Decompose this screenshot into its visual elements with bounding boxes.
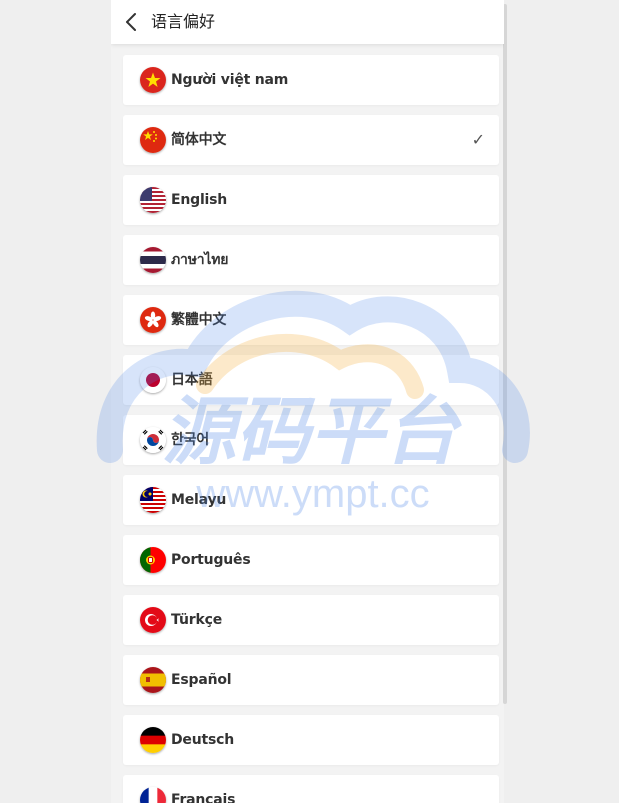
language-label: Español bbox=[171, 672, 232, 688]
language-list: Người việt nam 简体中文 ✓ English ภาษาไทย 繁體… bbox=[123, 55, 499, 803]
language-item-de[interactable]: Deutsch bbox=[123, 715, 499, 765]
language-preference-screen: 语言偏好 Người việt nam 简体中文 ✓ English ภาษาไ… bbox=[111, 0, 504, 803]
language-label: English bbox=[171, 192, 228, 208]
language-label: Français bbox=[171, 792, 236, 803]
malaysia-flag-icon bbox=[140, 487, 166, 513]
language-item-pt[interactable]: Português bbox=[123, 535, 499, 585]
language-item-th[interactable]: ภาษาไทย bbox=[123, 235, 499, 285]
language-label: 繁體中文 bbox=[171, 312, 227, 328]
france-flag-icon bbox=[140, 787, 166, 803]
usa-flag-icon bbox=[140, 187, 166, 213]
korea-flag-icon bbox=[140, 427, 166, 453]
china-flag-icon bbox=[140, 127, 166, 153]
language-label: 日本語 bbox=[171, 372, 213, 388]
language-item-vi[interactable]: Người việt nam bbox=[123, 55, 499, 105]
language-item-zh-cn[interactable]: 简体中文 ✓ bbox=[123, 115, 499, 165]
chevron-left-icon bbox=[126, 13, 136, 31]
scrollbar[interactable] bbox=[503, 4, 507, 704]
hongkong-flag-icon bbox=[140, 307, 166, 333]
language-item-ko[interactable]: 한국어 bbox=[123, 415, 499, 465]
language-label: Người việt nam bbox=[171, 72, 289, 88]
language-label: Melayu bbox=[171, 492, 227, 508]
turkey-flag-icon bbox=[140, 607, 166, 633]
language-label: 한국어 bbox=[171, 432, 210, 448]
language-label: Türkçe bbox=[171, 612, 222, 628]
page-title: 语言偏好 bbox=[151, 12, 216, 31]
language-item-tr[interactable]: Türkçe bbox=[123, 595, 499, 645]
language-label: ภาษาไทย bbox=[171, 252, 229, 268]
language-item-zh-hk[interactable]: 繁體中文 bbox=[123, 295, 499, 345]
language-label: 简体中文 bbox=[171, 132, 227, 148]
language-item-es[interactable]: Español bbox=[123, 655, 499, 705]
header-bar: 语言偏好 bbox=[111, 0, 504, 44]
vietnam-flag-icon bbox=[140, 67, 166, 93]
language-item-en[interactable]: English bbox=[123, 175, 499, 225]
japan-flag-icon bbox=[140, 367, 166, 393]
thailand-flag-icon bbox=[140, 247, 166, 273]
portugal-flag-icon bbox=[140, 547, 166, 573]
back-button[interactable] bbox=[121, 11, 143, 33]
language-label: Português bbox=[171, 552, 251, 568]
language-item-ms[interactable]: Melayu bbox=[123, 475, 499, 525]
spain-flag-icon bbox=[140, 667, 166, 693]
germany-flag-icon bbox=[140, 727, 166, 753]
language-label: Deutsch bbox=[171, 732, 234, 748]
language-item-fr[interactable]: Français bbox=[123, 775, 499, 803]
language-item-ja[interactable]: 日本語 bbox=[123, 355, 499, 405]
selected-check-icon: ✓ bbox=[471, 130, 485, 149]
